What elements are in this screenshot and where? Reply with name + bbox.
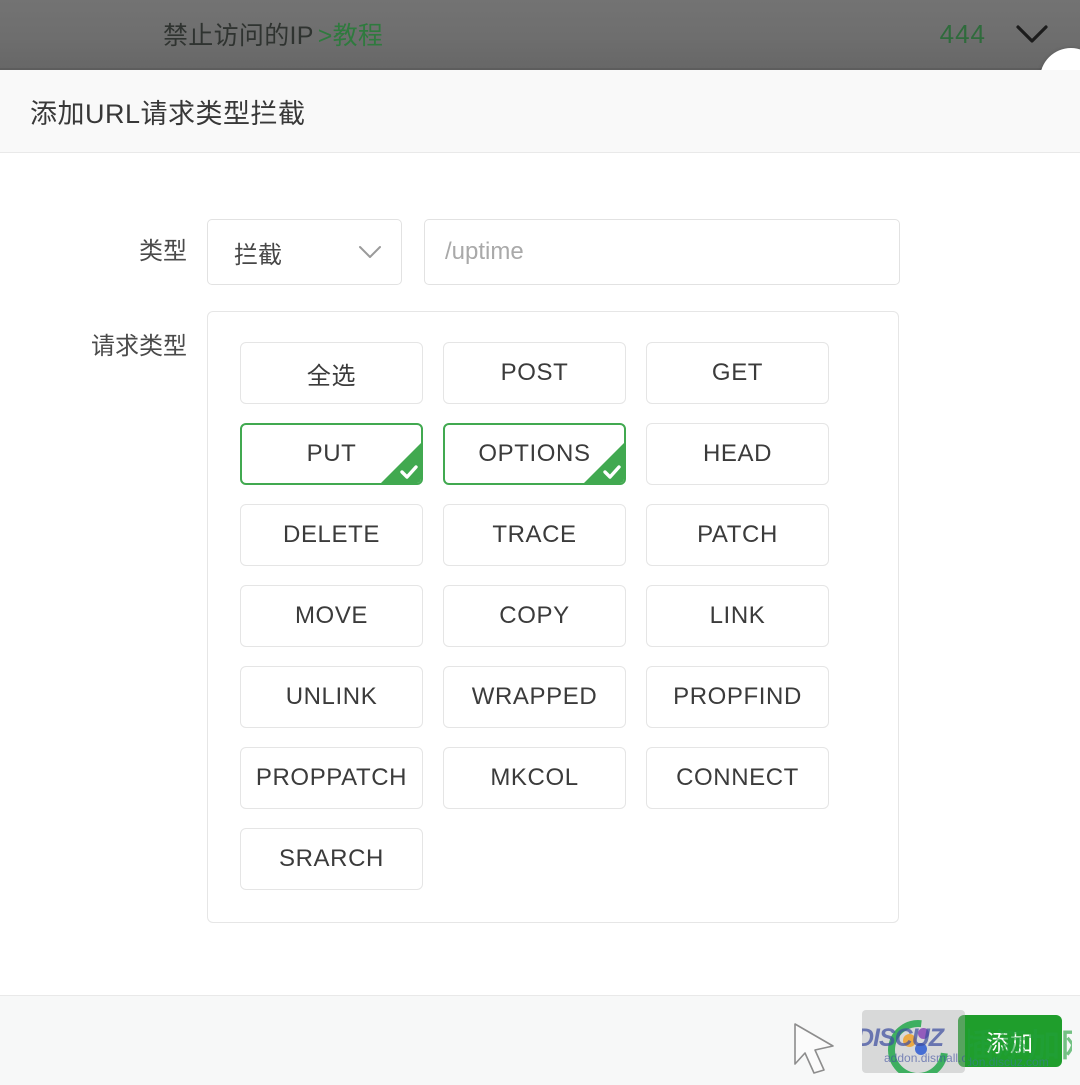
add-url-block-dialog: 添加URL请求类型拦截 类型 拦截 请求类型 全选 POST GET PUT OPTIO…	[0, 70, 1080, 1085]
type-select[interactable]: 拦截	[207, 219, 402, 285]
breadcrumb-tutorial-link[interactable]: >教程	[318, 22, 384, 50]
discuz-watermark-text: DISCUZ	[862, 1024, 944, 1052]
dialog-body: 类型 拦截 请求类型 全选 POST GET PUT OPTIONS HEAD DELETE…	[0, 153, 1080, 993]
method-button-label: OPTIONS	[478, 440, 591, 467]
chevron-down-icon[interactable]	[1014, 16, 1050, 52]
check-icon	[381, 443, 421, 483]
method-button-label: MOVE	[294, 602, 369, 629]
method-button-label: UNLINK	[285, 683, 378, 710]
method-button-connect[interactable]: CONNECT	[646, 747, 829, 809]
method-button-label: WRAPPED	[471, 683, 598, 710]
method-panel: 全选 POST GET PUT OPTIONS HEAD DELETE TRACE PATCH M…	[207, 311, 899, 923]
method-button-label: SRARCH	[279, 845, 384, 872]
method-button-全选[interactable]: 全选	[240, 342, 423, 404]
method-button-propfind[interactable]: PROPFIND	[646, 666, 829, 728]
breadcrumb: 禁止访问的IP >教程	[163, 16, 383, 52]
method-button-trace[interactable]: TRACE	[443, 504, 626, 566]
method-button-head[interactable]: HEAD	[646, 423, 829, 485]
url-input[interactable]	[424, 219, 900, 285]
method-button-label: PROPPATCH	[255, 764, 408, 791]
breadcrumb-current: 禁止访问的IP	[163, 22, 314, 50]
method-button-label: COPY	[499, 602, 570, 629]
method-button-label: HEAD	[702, 440, 773, 467]
method-button-label: MKCOL	[490, 764, 579, 791]
method-button-unlink[interactable]: UNLINK	[240, 666, 423, 728]
method-button-label: CONNECT	[676, 764, 799, 791]
method-button-get[interactable]: GET	[646, 342, 829, 404]
method-button-label: LINK	[709, 602, 766, 629]
discuz-watermark: DISCUZ addon.dismall.com	[862, 1010, 965, 1073]
method-button-label: TRACE	[492, 521, 577, 548]
discuz-watermark-subtext: addon.dismall.com	[884, 1051, 965, 1065]
method-button-label: PATCH	[697, 521, 778, 548]
method-button-copy[interactable]: COPY	[443, 585, 626, 647]
method-button-link[interactable]: LINK	[646, 585, 829, 647]
topbar-right-group: 444	[940, 16, 1050, 52]
method-button-label: PROPFIND	[673, 683, 802, 710]
method-button-label: 全选	[306, 362, 357, 390]
method-button-label: GET	[711, 359, 764, 386]
method-button-label: PUT	[306, 440, 357, 467]
type-label: 类型	[139, 238, 187, 265]
method-button-put[interactable]: PUT	[240, 423, 423, 485]
method-button-patch[interactable]: PATCH	[646, 504, 829, 566]
method-button-proppatch[interactable]: PROPPATCH	[240, 747, 423, 809]
page-title: 添加URL请求类型拦截	[30, 98, 306, 129]
form-row-methods: 请求类型 全选 POST GET PUT OPTIONS HEAD DELETE TRACE P…	[0, 311, 1080, 923]
add-button[interactable]: 添加	[958, 1014, 1062, 1067]
form-row-type: 类型 拦截	[0, 219, 1080, 285]
method-button-options[interactable]: OPTIONS	[443, 423, 626, 485]
status-badge-count: 444	[939, 18, 986, 49]
method-grid: 全选 POST GET PUT OPTIONS HEAD DELETE TRACE PATCH M…	[240, 342, 898, 890]
method-button-post[interactable]: POST	[443, 342, 626, 404]
method-button-move[interactable]: MOVE	[240, 585, 423, 647]
dialog-header: 添加URL请求类型拦截	[0, 70, 1080, 153]
method-button-label: DELETE	[283, 521, 380, 548]
type-select-value: 拦截	[234, 241, 282, 269]
page-topbar: 禁止访问的IP >教程 444	[0, 0, 1080, 70]
method-button-wrapped[interactable]: WRAPPED	[443, 666, 626, 728]
method-button-label: POST	[500, 359, 569, 386]
method-button-srarch[interactable]: SRARCH	[240, 828, 423, 890]
method-button-delete[interactable]: DELETE	[240, 504, 423, 566]
method-button-mkcol[interactable]: MKCOL	[443, 747, 626, 809]
method-label: 请求类型	[91, 333, 187, 360]
chevron-down-icon	[357, 239, 383, 265]
